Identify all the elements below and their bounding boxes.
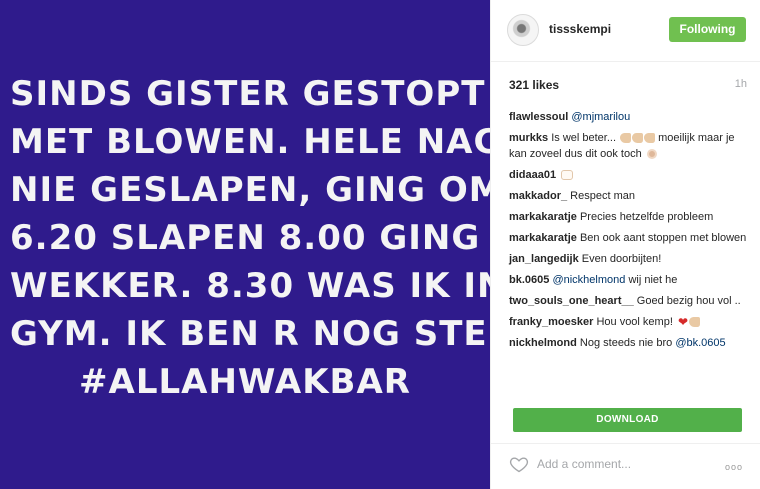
post-header: tissskempi Following	[491, 0, 760, 62]
raised-hands-icon	[561, 170, 574, 181]
comment-user[interactable]: franky_moesker	[509, 316, 593, 328]
comments-list: flawlessoul @mjmarilou murkks Is wel bet…	[509, 109, 747, 356]
flexed-biceps-icon	[632, 133, 644, 144]
comment-mention[interactable]: @bk.0605	[675, 337, 725, 349]
comment-user[interactable]: makkador_	[509, 190, 567, 202]
avatar[interactable]	[507, 14, 539, 46]
comment-user[interactable]: markakaratje	[509, 232, 577, 244]
username[interactable]: tissskempi	[549, 22, 611, 36]
heart-icon[interactable]	[509, 454, 529, 474]
comment-text: Even doorbijten!	[581, 253, 662, 265]
comment-user[interactable]: jan_langedijk	[509, 253, 579, 265]
comment-user[interactable]: nickhelmond	[509, 337, 577, 349]
more-options-icon[interactable]: ooo	[725, 462, 743, 472]
comment-footer: Add a comment... ooo	[491, 443, 760, 489]
post-time[interactable]: 1h	[735, 78, 747, 90]
post-text-line: 6.20 SLAPEN 8.00 GING ME	[10, 217, 553, 258]
comment-mention[interactable]: @mjmarilou	[571, 111, 630, 123]
comment-user[interactable]: didaaa01	[509, 169, 556, 181]
ok-hand-icon	[646, 149, 657, 160]
post-meta: 321 likes 1h	[509, 78, 747, 94]
comment-user[interactable]: bk.0605	[509, 274, 549, 286]
post-text: SINDS GISTER GESTOPT MET BLOWEN. HELE NA…	[10, 70, 581, 406]
comment: nickhelmond Nog steeds nie bro @bk.0605	[509, 335, 747, 351]
following-button[interactable]: Following	[669, 17, 746, 42]
add-comment-input[interactable]: Add a comment...	[537, 457, 631, 471]
comment-user[interactable]: flawlessoul	[509, 111, 568, 123]
post-text-line: #ALLAHWAKBAR	[79, 361, 411, 402]
comment: didaaa01	[509, 167, 747, 183]
comment-text: wij niet he	[628, 274, 678, 286]
comment: two_souls_one_heart__ Goed bezig hou vol…	[509, 293, 747, 309]
post-text-line: MET BLOWEN. HELE NACHT	[10, 121, 554, 162]
likes-count[interactable]: 321 likes	[509, 78, 559, 92]
post-text-line: WEKKER. 8.30 WAS IK IN DE	[10, 265, 573, 306]
comment-user[interactable]: two_souls_one_heart__	[509, 295, 634, 307]
comment: markakaratje Ben ook aant stoppen met bl…	[509, 230, 747, 246]
comment-text: Hou vool kemp!	[596, 316, 673, 328]
flexed-biceps-icon	[620, 133, 632, 144]
comment: jan_langedijk Even doorbijten!	[509, 251, 747, 267]
comment-mention[interactable]: @nickhelmond	[552, 274, 625, 286]
post-image: SINDS GISTER GESTOPT MET BLOWEN. HELE NA…	[0, 0, 581, 489]
comment: flawlessoul @mjmarilou	[509, 109, 747, 125]
comment-text: Nog steeds nie bro	[579, 337, 673, 350]
comment-text: Ben ook aant stoppen met blowen	[579, 232, 747, 244]
download-button[interactable]: DOWNLOAD	[513, 408, 742, 432]
comment: makkador_ Respect man	[509, 188, 747, 204]
comment: bk.0605 @nickhelmond wij niet he	[509, 272, 747, 288]
comment-text: Precies hetzelfde probleem	[579, 211, 714, 223]
comment-text: Goed bezig hou vol ..	[636, 295, 741, 307]
flexed-biceps-icon	[689, 317, 701, 328]
comment: murkks Is wel beter... moeilijk maar je …	[509, 130, 747, 162]
comment-text: Respect man	[570, 190, 635, 202]
flexed-biceps-icon	[644, 133, 656, 144]
comment-user[interactable]: murkks	[509, 132, 548, 144]
comment: markakaratje Precies hetzelfde probleem	[509, 209, 747, 225]
post-text-line: GYM. IK BEN R NOG STEEDS.	[10, 313, 581, 354]
post-sidebar: tissskempi Following 321 likes 1h flawle…	[490, 0, 760, 489]
post-text-line: NIE GESLAPEN, GING OM	[10, 169, 504, 210]
comment: franky_moesker Hou vool kemp! ❤	[509, 314, 747, 330]
comment-text: Is wel beter...	[551, 132, 620, 144]
red-heart-icon: ❤	[677, 315, 689, 330]
comment-user[interactable]: markakaratje	[509, 211, 577, 223]
post-text-line: SINDS GISTER GESTOPT	[10, 73, 486, 114]
